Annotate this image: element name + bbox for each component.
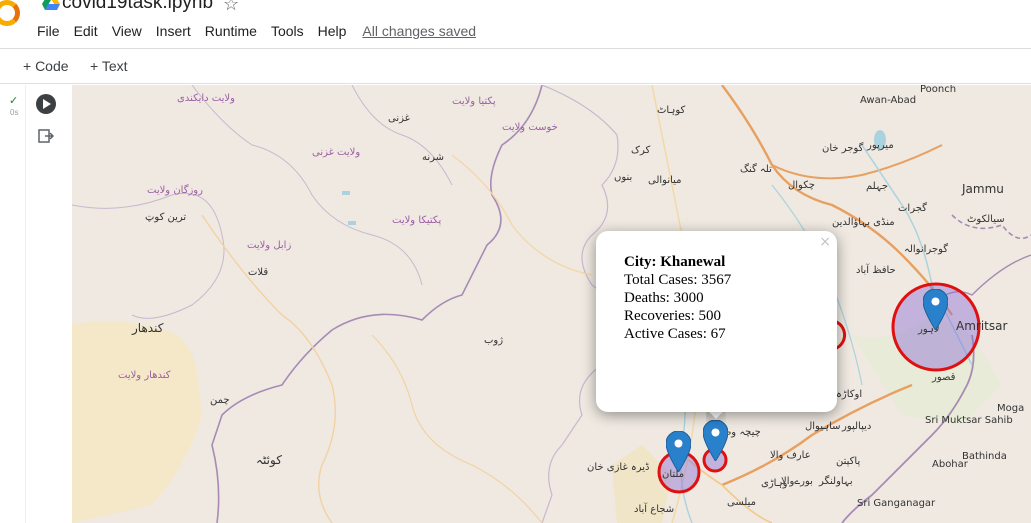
map-marker-icon[interactable] [923, 289, 948, 330]
close-icon[interactable]: × [819, 234, 831, 250]
menu-tools[interactable]: Tools [271, 23, 304, 39]
map-label: غزنی [388, 113, 410, 124]
map-label: قلات [248, 267, 269, 278]
menu-insert[interactable]: Insert [156, 23, 191, 39]
map-label: کوہاٹ [657, 105, 686, 116]
map-label: ڈیرہ غازی خان [587, 462, 650, 473]
map-label: Moga [997, 403, 1025, 414]
map-label: میانوالی [648, 175, 682, 186]
map-label: گوجر خان [822, 143, 864, 154]
colab-logo-icon[interactable] [0, 0, 20, 26]
map-label: دیپالپور [842, 421, 872, 432]
map-label: میلسی [727, 497, 756, 508]
map-label: Sri Muktsar Sahib [925, 415, 1013, 426]
folium-map[interactable]: ولایت دایکندی غزنی پکتیا ولایت خوست ولایت ول… [72, 85, 1031, 523]
map-marker-icon[interactable] [703, 420, 728, 461]
popup-active: Active Cases: 67 [624, 326, 726, 342]
map-label: Awan-Abad [860, 95, 917, 106]
map-label: بہاولنگر [819, 476, 853, 487]
menu-bar: File Edit View Insert Runtime Tools Help… [37, 23, 490, 39]
check-icon: ✓ [9, 95, 19, 107]
map-label: چمن [210, 395, 230, 406]
map-label: ولایت غزنی [312, 147, 361, 158]
map-label: تلہ گنگ [740, 164, 772, 175]
popup-deaths: Deaths: 3000 [624, 290, 704, 306]
map-label: چکوال [788, 180, 815, 191]
map-label: منڈی بہاؤالدین [832, 217, 895, 228]
map-label: پاکپتن [836, 456, 861, 467]
map-marker-icon[interactable] [666, 431, 691, 472]
map-label: سیالکوٹ [967, 214, 1005, 225]
map-label: کندهار [132, 321, 164, 335]
popup-recoveries: Recoveries: 500 [624, 308, 722, 324]
map-label: ولایت دایکندی [177, 93, 235, 104]
add-text-button[interactable]: + Text [90, 58, 128, 74]
map-label: Bathinda [962, 451, 1007, 462]
map-label: شجاع آباد [634, 504, 675, 515]
menu-file[interactable]: File [37, 23, 60, 39]
notebook-title[interactable]: covid19task.ipynb [62, 0, 213, 14]
menu-help[interactable]: Help [318, 23, 347, 39]
menu-view[interactable]: View [112, 23, 142, 39]
notebook-toolbar: + Code + Text [0, 48, 1031, 84]
map-popup: × City: Khanewal Total Cases: 3567 Death… [596, 231, 837, 412]
popup-city: Khanewal [660, 254, 726, 270]
cell-gutter [0, 85, 26, 523]
map-label: میرپور [867, 140, 894, 151]
map-label: ساہیوال [805, 421, 841, 432]
map-label: پکتیکا ولایت [392, 215, 442, 226]
popup-total-cases: Total Cases: 3567 [624, 272, 732, 288]
popup-city-label: City: [624, 254, 657, 270]
map-label: Poonch [920, 85, 957, 95]
save-status[interactable]: All changes saved [362, 23, 476, 39]
map-label: اوکاڑہ [836, 389, 863, 400]
map-label: گجرات [898, 203, 927, 214]
map-label: Jammu [962, 182, 1004, 196]
map-label: Sri Ganganagar [857, 498, 936, 509]
menu-runtime[interactable]: Runtime [205, 23, 257, 39]
map-label: بنوں [614, 172, 633, 183]
run-cell-button[interactable] [36, 94, 56, 114]
map-label: قصور [932, 372, 956, 383]
map-label: زابل ولایت [247, 240, 292, 251]
map-label: کوئٹہ [256, 453, 282, 467]
output-redirect-icon[interactable] [38, 128, 54, 144]
map-label: جہلم [866, 181, 889, 192]
menu-edit[interactable]: Edit [74, 23, 98, 39]
exec-time: 0s [10, 108, 19, 117]
map-label: کرک [631, 145, 651, 156]
map-label: کندهار ولایت [118, 370, 171, 381]
map-label: حافظ آباد [856, 265, 896, 276]
map-label: خوست ولایت [502, 122, 558, 133]
map-label: روزگان ولایت [147, 185, 203, 196]
map-label: ترین کوټ [145, 212, 187, 223]
map-label: شرنه [422, 152, 445, 163]
notebook-header: covid19task.ipynb ☆ File Edit View Inser… [0, 0, 1031, 48]
add-code-button[interactable]: + Code [23, 58, 69, 74]
drive-icon[interactable] [42, 0, 60, 10]
map-label: بورےوالا [781, 476, 813, 487]
map-label: گوجرانوالہ [904, 244, 949, 255]
map-label: Amritsar [956, 319, 1008, 333]
map-label: پکتیا ولایت [452, 96, 496, 107]
map-label: عارف والا [770, 450, 811, 461]
star-icon[interactable]: ☆ [223, 0, 239, 15]
map-label: ژوب [484, 335, 504, 346]
